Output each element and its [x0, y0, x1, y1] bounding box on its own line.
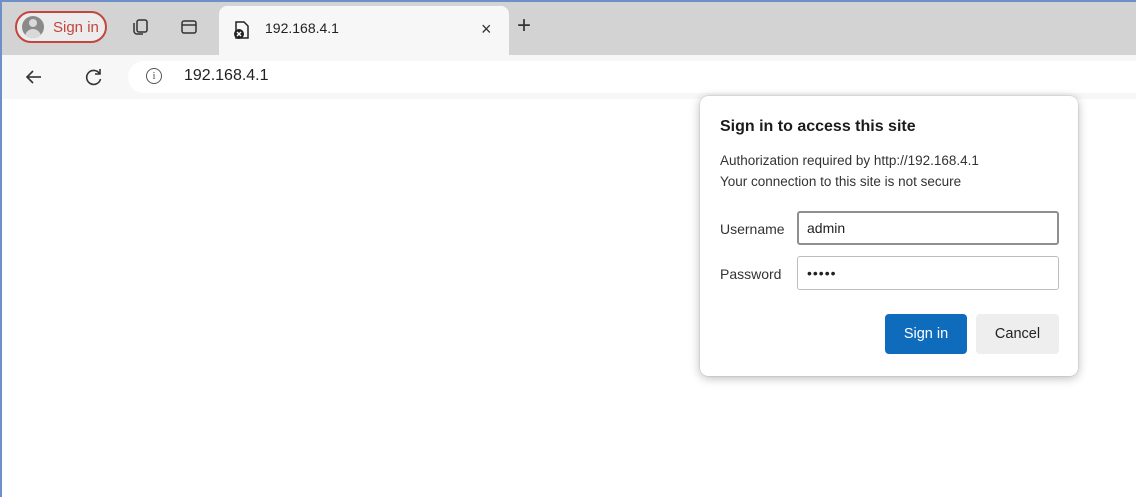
info-icon[interactable]: i: [146, 68, 162, 84]
browser-toolbar: i 192.168.4.1: [2, 55, 1136, 99]
username-label: Username: [720, 221, 785, 237]
tab-actions-icon[interactable]: [179, 17, 199, 37]
address-bar[interactable]: i 192.168.4.1: [128, 61, 1136, 93]
password-field[interactable]: •••••: [797, 256, 1059, 290]
tab-strip: Sign in 192.168.4.1 × +: [2, 2, 1136, 59]
auth-dialog: Sign in to access this site Authorizatio…: [700, 96, 1078, 376]
not-secure-text: Your connection to this site is not secu…: [720, 174, 962, 189]
tab-title: 192.168.4.1: [265, 20, 339, 36]
workspaces-icon[interactable]: [130, 17, 150, 37]
refresh-icon[interactable]: [80, 63, 108, 91]
password-label: Password: [720, 266, 782, 282]
plus-icon[interactable]: +: [517, 14, 531, 38]
browser-window: Sign in 192.168.4.1 × + i 192.168.4.1 Si…: [0, 0, 1136, 499]
close-icon[interactable]: ×: [481, 20, 492, 38]
profile-label: Sign in: [53, 18, 99, 36]
username-field[interactable]: admin: [797, 211, 1059, 245]
cancel-button[interactable]: Cancel: [976, 314, 1059, 354]
site-warning-icon: [232, 20, 252, 40]
person-avatar-icon: [22, 16, 44, 38]
dialog-title: Sign in to access this site: [720, 118, 916, 135]
profile-sign-in-button[interactable]: Sign in: [15, 11, 107, 43]
tab-active[interactable]: 192.168.4.1 ×: [219, 6, 509, 59]
sign-in-button[interactable]: Sign in: [885, 314, 967, 354]
back-arrow-icon[interactable]: [20, 63, 48, 91]
url-text[interactable]: 192.168.4.1: [184, 67, 269, 85]
auth-required-text: Authorization required by http://192.168…: [720, 153, 979, 168]
